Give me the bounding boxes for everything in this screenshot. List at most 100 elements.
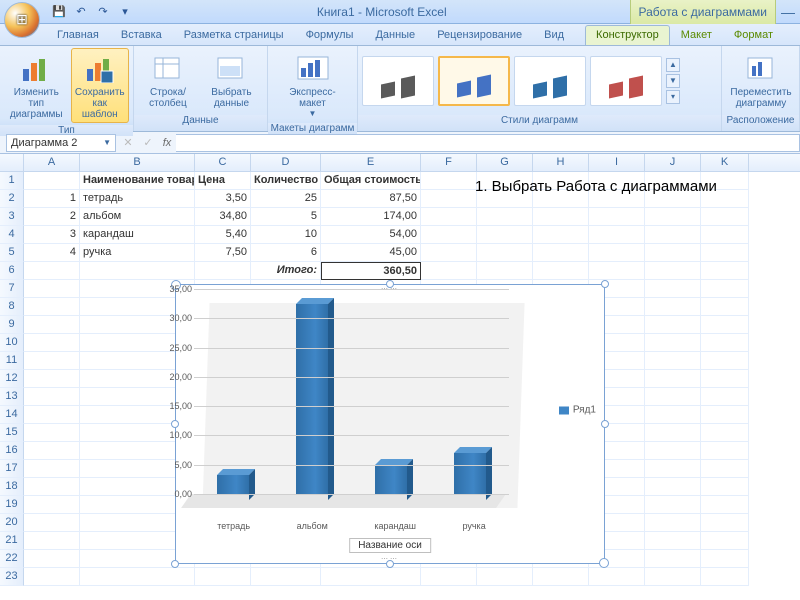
cell[interactable]	[24, 352, 80, 370]
row-header[interactable]: 20	[0, 514, 24, 532]
cell[interactable]	[533, 568, 589, 586]
cell[interactable]	[24, 334, 80, 352]
cell[interactable]	[701, 442, 749, 460]
cell[interactable]	[195, 262, 251, 280]
cell[interactable]	[421, 568, 477, 586]
tab-layout[interactable]: Макет	[670, 25, 723, 45]
quick-layout-button[interactable]: Экспресс-макет ▼	[272, 48, 353, 121]
cell[interactable]	[645, 244, 701, 262]
cell[interactable]: 174,00	[321, 208, 421, 226]
cell[interactable]: 25	[251, 190, 321, 208]
cell[interactable]	[251, 568, 321, 586]
select-data-button[interactable]: Выбрать данные	[200, 48, 263, 112]
chart-style-thumb[interactable]	[362, 56, 434, 106]
cell[interactable]	[321, 568, 421, 586]
column-header[interactable]: D	[251, 154, 321, 171]
cell[interactable]	[645, 406, 701, 424]
cell[interactable]: Наименование товара	[80, 172, 195, 190]
cell[interactable]	[645, 460, 701, 478]
cell[interactable]	[645, 280, 701, 298]
column-header[interactable]: B	[80, 154, 195, 171]
cell[interactable]: Общая стоимость	[321, 172, 421, 190]
cell[interactable]	[24, 550, 80, 568]
minimize-icon[interactable]: —	[776, 4, 800, 20]
column-header[interactable]: F	[421, 154, 477, 171]
cell[interactable]: 34,80	[195, 208, 251, 226]
row-header[interactable]: 21	[0, 532, 24, 550]
cell[interactable]	[421, 190, 477, 208]
chart-legend[interactable]: Ряд1	[559, 405, 596, 416]
cell[interactable]	[421, 208, 477, 226]
cell[interactable]: 6	[251, 244, 321, 262]
row-header[interactable]: 1	[0, 172, 24, 190]
cell[interactable]	[645, 298, 701, 316]
cell[interactable]	[701, 532, 749, 550]
column-header[interactable]: C	[195, 154, 251, 171]
row-header[interactable]: 17	[0, 460, 24, 478]
row-header[interactable]: 18	[0, 478, 24, 496]
cell[interactable]	[24, 280, 80, 298]
chart-bar[interactable]	[217, 475, 249, 494]
tab-format[interactable]: Формат	[723, 25, 784, 45]
tab-insert[interactable]: Вставка	[110, 25, 173, 45]
formula-input[interactable]	[176, 134, 800, 152]
tab-formulas[interactable]: Формулы	[295, 25, 365, 45]
cell[interactable]	[645, 442, 701, 460]
cell[interactable]: 54,00	[321, 226, 421, 244]
cell[interactable]	[701, 406, 749, 424]
cell[interactable]: 3	[24, 226, 80, 244]
worksheet-grid[interactable]: ABCDEFGHIJK 1234567891011121314151617181…	[0, 154, 800, 600]
cell[interactable]	[477, 244, 533, 262]
row-header[interactable]: 4	[0, 226, 24, 244]
cell[interactable]	[701, 424, 749, 442]
row-header[interactable]: 15	[0, 424, 24, 442]
cell[interactable]	[701, 298, 749, 316]
cell[interactable]	[24, 262, 80, 280]
column-header[interactable]: E	[321, 154, 421, 171]
name-box[interactable]: Диаграмма 2 ▼	[6, 134, 116, 152]
cell[interactable]	[701, 370, 749, 388]
cell[interactable]	[701, 496, 749, 514]
save-as-template-button[interactable]: Сохранить как шаблон	[71, 48, 129, 123]
cell[interactable]	[645, 532, 701, 550]
more-icon[interactable]: ▾	[666, 90, 680, 104]
cell[interactable]: 3,50	[195, 190, 251, 208]
chart-bar[interactable]	[454, 453, 486, 494]
cell[interactable]	[24, 298, 80, 316]
row-header[interactable]: 7	[0, 280, 24, 298]
cell[interactable]	[533, 244, 589, 262]
row-header[interactable]: 8	[0, 298, 24, 316]
column-header[interactable]: G	[477, 154, 533, 171]
chart-style-thumb[interactable]	[438, 56, 510, 106]
cell[interactable]: Цена	[195, 172, 251, 190]
chart-drag-handle[interactable]: ⋯⋯	[176, 555, 604, 563]
cell[interactable]	[645, 208, 701, 226]
cell[interactable]	[477, 262, 533, 280]
cell[interactable]	[701, 550, 749, 568]
row-header[interactable]: 16	[0, 442, 24, 460]
cell[interactable]	[421, 172, 477, 190]
cell[interactable]: Итого:	[251, 262, 321, 280]
row-header[interactable]: 2	[0, 190, 24, 208]
office-button[interactable]: ⊞	[4, 2, 40, 38]
cell[interactable]	[645, 568, 701, 586]
cell[interactable]: 87,50	[321, 190, 421, 208]
cell[interactable]	[589, 226, 645, 244]
cell[interactable]	[24, 568, 80, 586]
cell[interactable]	[477, 208, 533, 226]
cell[interactable]: 10	[251, 226, 321, 244]
tab-review[interactable]: Рецензирование	[426, 25, 533, 45]
cell[interactable]: 45,00	[321, 244, 421, 262]
redo-icon[interactable]: ↷	[94, 3, 112, 21]
cell[interactable]: ручка	[80, 244, 195, 262]
select-all-corner[interactable]	[0, 154, 24, 171]
row-header[interactable]: 12	[0, 370, 24, 388]
cell[interactable]	[533, 262, 589, 280]
row-header[interactable]: 5	[0, 244, 24, 262]
tab-page-layout[interactable]: Разметка страницы	[173, 25, 295, 45]
cell[interactable]	[645, 352, 701, 370]
cell[interactable]	[645, 550, 701, 568]
cell[interactable]	[24, 172, 80, 190]
cell[interactable]	[24, 532, 80, 550]
cell[interactable]	[421, 226, 477, 244]
